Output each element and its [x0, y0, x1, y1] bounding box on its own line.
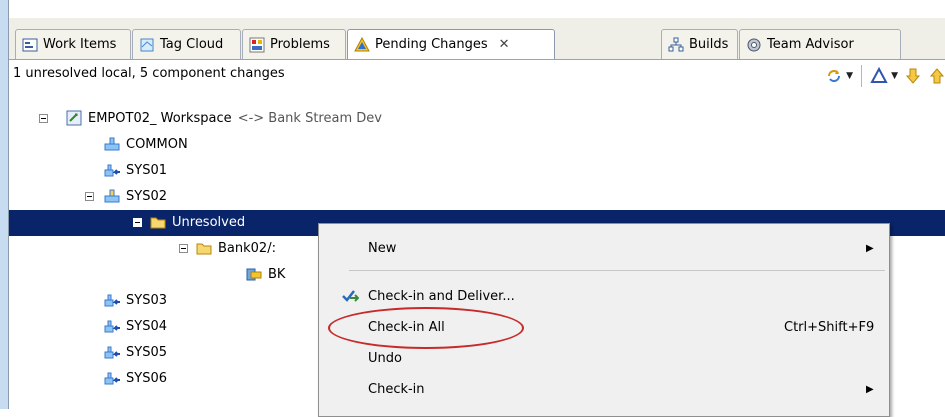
menu-item-label: New	[368, 240, 397, 256]
submenu-arrow-icon: ▶	[866, 242, 874, 254]
tree-node: EMPOT02_ Workspace <-> Bank Stream Dev	[66, 110, 382, 126]
incoming-component-icon	[104, 292, 120, 308]
component-label: SYS01	[126, 162, 167, 178]
incoming-component-icon	[104, 344, 120, 360]
tab-work-items[interactable]: Work Items	[15, 29, 131, 59]
pending-changes-icon	[354, 36, 370, 53]
component-label: SYS02	[126, 188, 167, 204]
tab-label: Team Advisor	[767, 37, 854, 52]
tree-node: Bank02/:	[196, 240, 276, 256]
pending-changes-filter-icon[interactable]	[870, 67, 888, 85]
tree-node: SYS01	[104, 162, 167, 178]
workspace-icon	[66, 110, 82, 126]
incoming-component-icon	[104, 318, 120, 334]
component-label: SYS04	[126, 318, 167, 334]
collapse-icon[interactable]	[133, 218, 142, 227]
component-label: COMMON	[126, 136, 188, 152]
status-text: 1 unresolved local, 5 component changes	[13, 66, 285, 81]
tab-tag-cloud[interactable]: Tag Cloud	[132, 29, 241, 59]
view-status-row: 1 unresolved local, 5 component changes …	[9, 60, 945, 90]
team-advisor-icon	[746, 37, 762, 53]
folder-label: Bank02/:	[218, 240, 276, 256]
collapse-icon[interactable]	[179, 244, 188, 253]
component-label: SYS06	[126, 370, 167, 386]
tree-row[interactable]: EMPOT02_ Workspace <-> Bank Stream Dev	[9, 106, 945, 132]
problems-icon	[249, 37, 265, 53]
menu-item-check-in-and-deliver[interactable]: Check-in and Deliver...	[319, 282, 889, 310]
tree-node: BK	[246, 266, 285, 282]
chevron-down-icon[interactable]: ▼	[846, 71, 853, 81]
folder-icon	[150, 214, 166, 230]
menu-item-label: Check-in	[368, 381, 425, 397]
tree-row[interactable]: SYS02	[9, 184, 945, 210]
work-items-icon	[22, 37, 38, 53]
tree-node: SYS04	[104, 318, 167, 334]
file-label: BK	[268, 266, 286, 282]
tree-node: SYS03	[104, 292, 167, 308]
tree-row[interactable]: COMMON	[9, 132, 945, 158]
tree-node: Unresolved	[150, 214, 245, 230]
check-in-deliver-icon	[341, 288, 360, 304]
builds-icon	[668, 37, 684, 53]
tab-team-advisor[interactable]: Team Advisor	[739, 29, 901, 59]
tab-label: Builds	[689, 37, 729, 52]
chevron-down-icon[interactable]: ▼	[891, 71, 898, 81]
refresh-icon[interactable]	[825, 67, 843, 85]
tree-node: COMMON	[104, 136, 188, 152]
tab-builds[interactable]: Builds	[661, 29, 738, 59]
tree-node: SYS05	[104, 344, 167, 360]
tab-problems[interactable]: Problems	[242, 29, 346, 59]
tree-row[interactable]: SYS01	[9, 158, 945, 184]
component-label: SYS05	[126, 344, 167, 360]
tab-label: Tag Cloud	[160, 37, 224, 52]
menu-item-label: Check-in and Deliver...	[368, 288, 515, 304]
tree-node: SYS06	[104, 370, 167, 386]
arrow-down-icon[interactable]	[904, 67, 922, 85]
toolbar-separator	[861, 65, 863, 87]
close-icon[interactable]: ✕	[499, 37, 510, 52]
view-toolbar: ▼ ▼	[825, 63, 945, 89]
component-label: SYS03	[126, 292, 167, 308]
folder-icon	[196, 240, 212, 256]
tree-node: SYS02	[104, 188, 167, 204]
menu-item-new[interactable]: New ▶	[319, 234, 889, 262]
tag-cloud-icon	[139, 37, 155, 53]
file-change-icon	[246, 266, 262, 282]
workspace-name: EMPOT02_ Workspace	[88, 110, 232, 126]
tab-pending-changes[interactable]: Pending Changes ✕	[347, 29, 555, 59]
annotation-ellipse	[328, 307, 524, 349]
tab-label: Problems	[270, 37, 330, 52]
menu-item-check-in[interactable]: Check-in ▶	[319, 375, 889, 403]
component-icon	[104, 136, 120, 152]
submenu-arrow-icon: ▶	[866, 383, 874, 395]
tab-label: Pending Changes	[375, 37, 488, 52]
workspace-flow-target: <-> Bank Stream Dev	[237, 110, 382, 126]
menu-item-shortcut: Ctrl+Shift+F9	[784, 319, 875, 335]
component-icon	[104, 188, 120, 204]
incoming-component-icon	[104, 370, 120, 386]
incoming-component-icon	[104, 162, 120, 178]
menu-item-label: Undo	[368, 350, 402, 366]
unresolved-label: Unresolved	[172, 214, 246, 230]
arrow-up-icon[interactable]	[928, 67, 945, 85]
collapse-icon[interactable]	[85, 192, 94, 201]
tab-label: Work Items	[43, 37, 117, 52]
collapse-icon[interactable]	[39, 114, 48, 123]
menu-separator	[349, 270, 885, 271]
